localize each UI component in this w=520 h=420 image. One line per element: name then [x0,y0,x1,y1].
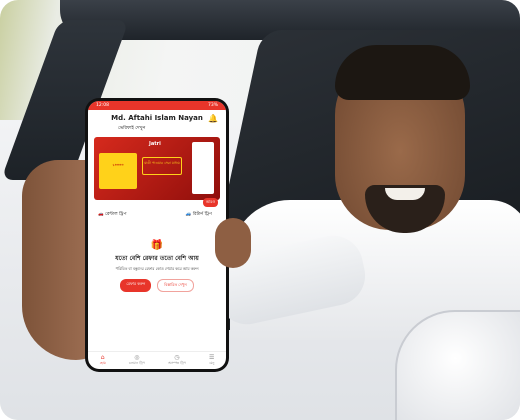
bell-icon[interactable]: 🔔 [208,114,218,123]
nav-home[interactable]: ⌂ হোম [100,354,106,367]
promo-banner[interactable]: Jatri ১০০০০ যাত্রী পাওয়ার সেরা মাধ্যম [94,137,220,200]
header: Md. Aftahi Islam Nayan ভেরিফাই দেখুন 🔔 [88,110,226,134]
nav-ongoing-trip[interactable]: ◎ চলমান ট্রিপ [129,354,145,367]
details-button[interactable]: বিস্তারিত দেখুন [157,279,194,292]
bottom-nav: ⌂ হোম ◎ চলমান ট্রিপ ◷ অসম্পন্ন ট্রিপ ☰ মেনু [88,351,226,369]
nav-label: অসম্পন্ন ট্রিপ [168,361,186,365]
return-trip-button[interactable]: 🚙 রিটার্ন ট্রিপ [186,211,212,218]
nav-pending-trip[interactable]: ◷ অসম্পন্ন ট্রিপ [168,354,186,367]
nav-menu[interactable]: ☰ মেনু [209,354,214,367]
referral-subtitle: পরিচিত বা বন্ধুদের রেফার কোড শেয়ার করে … [115,266,199,271]
banner-amount: ১০০০০ [112,163,124,167]
refer-button[interactable]: রেফার করুন [120,279,152,292]
battery-level: 73% [207,103,218,108]
home-icon: ⌂ [100,354,105,361]
phone: 12:08 73% Md. Aftahi Islam Nayan ভেরিফাই… [85,98,229,372]
menu-icon: ☰ [209,354,215,361]
photo-scene: 12:08 73% Md. Aftahi Islam Nayan ভেরিফাই… [0,0,520,420]
rental-trip-button[interactable]: 🚗 রেন্টাল ট্রিপ [98,211,127,218]
phone-screen: 12:08 73% Md. Aftahi Islam Nayan ভেরিফাই… [88,101,226,369]
user-name: Md. Aftahi Islam Nayan [111,114,203,122]
car-icon: 🚗 [98,212,104,217]
nav-label: মেনু [209,361,215,365]
thumb [215,218,251,268]
side-mirror [395,310,520,420]
verify-link[interactable]: ভেরিফাই দেখুন [118,125,218,132]
more-button[interactable]: আরও [202,198,218,207]
trip-label: রেন্টাল ট্রিপ [105,212,127,217]
status-bar: 12:08 73% [88,101,226,110]
location-icon: ◎ [134,354,140,361]
gift-icon: 🎁 [150,240,164,251]
banner-phone-image [192,142,214,194]
referral-title: যতো বেশি রেফার ততো বেশি আয় [115,255,199,262]
nav-label: হোম [99,361,106,365]
banner-logo: Jatri [149,141,161,147]
nav-label: চলমান ট্রিপ [128,361,145,365]
trip-label: রিটার্ন ট্রিপ [192,212,212,217]
return-car-icon: 🚙 [185,212,192,217]
status-time: 12:08 [96,103,109,108]
man-smile [385,188,425,200]
clock-icon: ◷ [174,354,180,361]
man-hair [335,45,470,100]
banner-card: ১০০০০ [99,153,137,189]
banner-text: যাত্রী পাওয়ার সেরা মাধ্যম [142,157,182,175]
